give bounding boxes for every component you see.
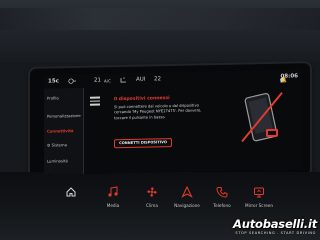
ac-label[interactable]: A/C [104,78,111,83]
shortcut-clima[interactable]: Clima [137,186,167,218]
gear-icon: ⚙ [47,142,51,148]
shortcut-telefono[interactable]: Telefono [207,186,237,218]
devices-instructions: Si può connettere dal veicolo o dal disp… [114,103,202,121]
watermark-tagline: STOP SEARCHING . START DRIVING [235,231,316,235]
music-note-icon [108,186,118,197]
sidebar-item-personalizzazione[interactable]: Personalizzazione [47,113,81,119]
auto-mode-label[interactable]: AUI [136,77,145,83]
shortcut-label: Mirror Screen [244,203,274,208]
sidebar-item-connettivita[interactable]: Connettività [47,128,73,134]
infotainment-screen: 15c 21 A/C AUI 22 🔔 ◜ ▮ ⌖ 08:06 Profilo Per… [44,69,302,175]
fan-speed-icon[interactable] [68,78,76,84]
devices-title: 0 dispositivi connessi [114,96,170,103]
mirror-screen-icon [254,187,264,198]
shortcut-navigazione[interactable]: Navigazione [172,186,202,218]
passenger-temperature[interactable]: 21 [94,78,101,84]
shortcut-label: Media [106,203,120,208]
climate-value-right[interactable]: 22 [154,76,161,82]
home-icon [66,187,76,197]
shortcut-label: Navigazione [174,203,200,208]
fan-icon [147,187,157,197]
settings-sidebar: Profilo Personalizzazione Connettività ⚙… [44,87,84,175]
shortcut-home[interactable] [56,186,86,218]
shortcut-mirror-screen[interactable]: Mirror Screen [244,186,274,218]
menu-icon[interactable] [90,96,100,106]
dealer-watermark: Autobaselli.it STOP SEARCHING . START DR… [228,216,320,240]
shortcut-label: Telefono [213,203,231,208]
watermark-brand: Autobaselli.it [233,217,317,231]
connect-device-button[interactable]: CONNETTI DISPOSITIVO [114,138,172,149]
sidebar-item-sistema[interactable]: ⚙ Sistema [47,142,67,147]
shortcut-media[interactable]: Media [98,186,128,218]
sidebar-item-profilo[interactable]: Profilo [47,95,59,100]
clock: 08:06 [280,73,298,80]
navigation-arrow-icon [181,186,193,198]
dashboard-top [0,0,320,62]
connectivity-panel: 0 dispositivi connessi Si può connettere… [84,83,302,174]
sidebar-item-luminosita[interactable]: Luminosità [47,158,68,163]
phone-icon [216,187,228,198]
shortcut-label: Clima [146,203,158,208]
driver-temperature[interactable]: 15c [48,78,59,84]
seat-heating-icon[interactable] [120,77,128,83]
no-phone-icon [241,92,283,143]
